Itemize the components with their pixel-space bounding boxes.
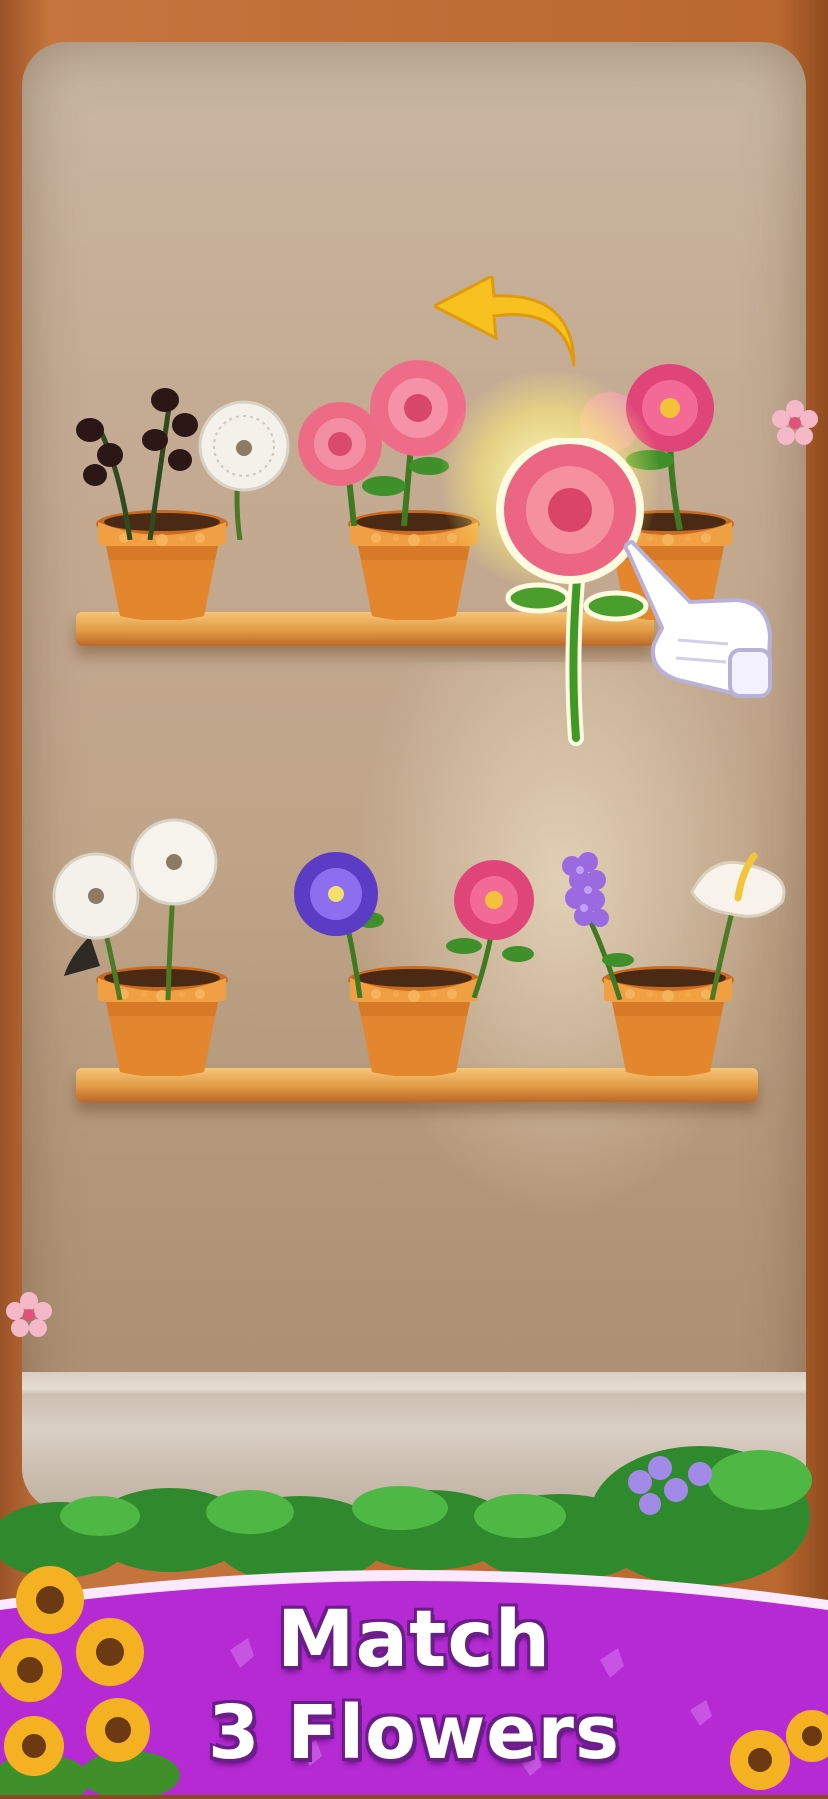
purple-hyacinth-flower[interactable] bbox=[550, 850, 650, 1000]
purple-morning-glory-flower[interactable] bbox=[290, 848, 390, 998]
undo-arrow-icon[interactable] bbox=[430, 273, 582, 372]
sunflowers-decoration bbox=[720, 1700, 828, 1795]
pink-peony-flower[interactable] bbox=[434, 858, 554, 998]
white-anthurium-flower[interactable] bbox=[682, 852, 792, 1000]
white-dandelion-flower[interactable] bbox=[190, 400, 290, 540]
pink-blossom-icon bbox=[772, 400, 818, 446]
sunflowers-decoration bbox=[0, 1560, 190, 1799]
white-dandelion-flower[interactable] bbox=[50, 816, 220, 1000]
pointing-hand-icon bbox=[618, 539, 778, 700]
pink-blossom-icon bbox=[6, 1292, 52, 1338]
game-board bbox=[22, 42, 806, 1512]
black-lily-of-the-valley-flower[interactable] bbox=[60, 380, 210, 540]
